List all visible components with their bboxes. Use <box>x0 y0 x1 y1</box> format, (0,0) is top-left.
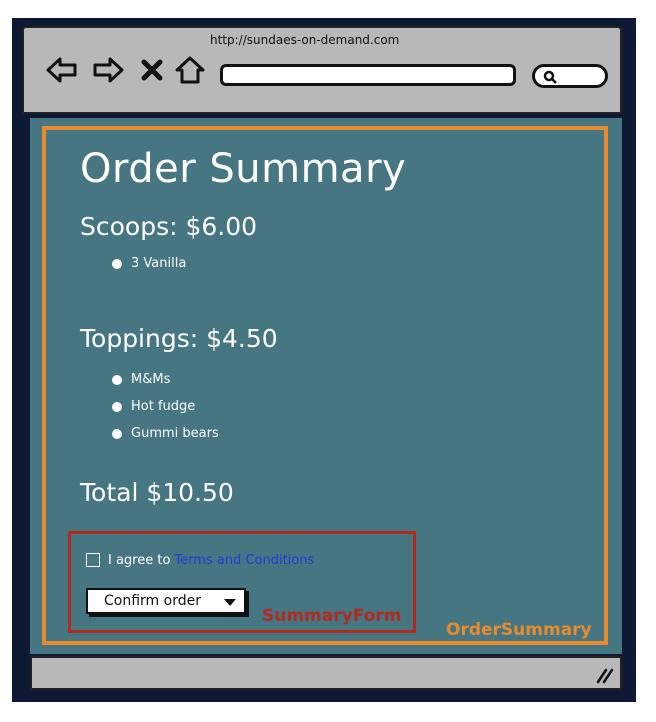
summary-form-label: SummaryForm <box>262 606 402 626</box>
bullet-icon <box>112 401 122 412</box>
search-icon <box>543 70 557 84</box>
chevron-down-icon <box>224 599 236 606</box>
bullet-icon <box>112 428 122 439</box>
list-item: Gummi bears <box>112 426 219 441</box>
order-total: Total $10.50 <box>80 478 234 507</box>
list-item: 3 Vanilla <box>112 256 186 271</box>
bullet-icon <box>112 258 122 269</box>
url-text: http://sundaes-on-demand.com <box>210 33 400 47</box>
toppings-heading: Toppings: $4.50 <box>80 324 278 353</box>
page-title: Order Summary <box>80 146 407 192</box>
close-icon[interactable] <box>140 56 164 84</box>
home-icon[interactable] <box>174 56 206 84</box>
terms-label: I agree to Terms and Conditions <box>108 553 315 568</box>
order-summary-label: OrderSummary <box>446 620 592 640</box>
address-bar-input[interactable] <box>220 64 516 86</box>
terms-link[interactable]: Terms and Conditions <box>174 553 314 568</box>
arrow-right-icon[interactable] <box>92 56 124 84</box>
status-bar <box>30 656 622 690</box>
terms-checkbox[interactable] <box>86 553 100 567</box>
bullet-icon <box>112 374 122 385</box>
scoops-heading: Scoops: $6.00 <box>80 212 258 241</box>
search-box[interactable] <box>532 64 608 88</box>
list-item: Hot fudge <box>112 399 195 414</box>
resize-grip-icon[interactable] <box>594 666 614 684</box>
confirm-order-button[interactable]: Confirm order <box>86 588 246 614</box>
arrow-left-icon[interactable] <box>46 56 78 84</box>
list-item: M&Ms <box>112 372 170 387</box>
